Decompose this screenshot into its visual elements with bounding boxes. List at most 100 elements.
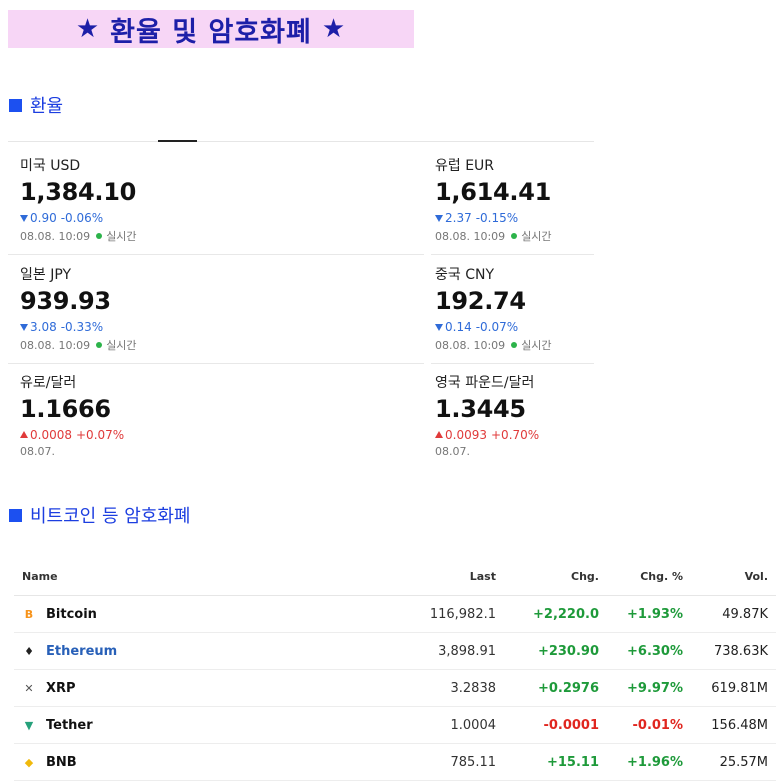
fx-timestamp: 08.08. 10:09 bbox=[435, 338, 506, 352]
fx-live-label: 실시간 bbox=[521, 339, 552, 352]
fx-currency-name: 유럽 EUR bbox=[435, 158, 495, 174]
fx-section-title: 환율 bbox=[30, 96, 64, 117]
fx-rate-change: 0.0093 +0.70% bbox=[435, 428, 595, 442]
up-triangle-icon bbox=[20, 431, 28, 438]
coin-name: BNB bbox=[46, 754, 77, 770]
live-dot-icon bbox=[96, 233, 103, 239]
divider bbox=[431, 363, 594, 364]
coin-name: Bitcoin bbox=[46, 606, 97, 622]
coin-name-cell: ♦ Ethereum bbox=[14, 632, 214, 670]
fx-rate-card[interactable]: 영국 파운드/달러 1.3445 0.0093 +0.70% 08.07. bbox=[435, 372, 595, 458]
column-header-name[interactable]: Name bbox=[14, 557, 214, 596]
coin-change-percent: +6.30% bbox=[607, 632, 691, 670]
ethereum-icon: ♦ bbox=[24, 644, 34, 658]
fx-rate-value: 1,614.41 bbox=[435, 178, 552, 206]
fx-rate-card[interactable]: 일본 JPY 939.93 3.08 -0.33% 08.08. 10:09 실시간 bbox=[20, 264, 180, 353]
table-row[interactable]: ▼ Tether 1.0004 -0.0001 -0.01% 156.48M bbox=[14, 706, 776, 744]
coin-last: 3.2838 bbox=[214, 669, 504, 707]
fx-timestamp: 08.08. 10:09 bbox=[20, 229, 91, 243]
coin-name-cell: ◆ BNB bbox=[14, 743, 214, 781]
down-triangle-icon bbox=[20, 215, 28, 222]
table-row[interactable]: ♦ Ethereum 3,898.91 +230.90 +6.30% 738.63K bbox=[14, 632, 776, 670]
coin-link[interactable]: ▼ Tether bbox=[22, 718, 206, 733]
coin-name: Tether bbox=[46, 717, 93, 733]
divider bbox=[8, 141, 594, 142]
fx-change-percent: -0.33% bbox=[60, 320, 104, 334]
fx-change-amount: 0.90 bbox=[30, 211, 57, 225]
star-icon: ★ bbox=[75, 14, 101, 44]
fx-rate-value: 939.93 bbox=[20, 287, 111, 315]
fx-timestamp-row: 08.07. bbox=[435, 445, 595, 458]
fx-change-amount: 0.0093 bbox=[445, 428, 487, 442]
coin-link[interactable]: ♦ Ethereum bbox=[22, 644, 206, 659]
fx-timestamp: 08.08. 10:09 bbox=[435, 229, 506, 243]
live-dot-icon bbox=[511, 233, 518, 239]
table-row[interactable]: ◆ BNB 785.11 +15.11 +1.96% 25.57M bbox=[14, 743, 776, 781]
coin-last: 3,898.91 bbox=[214, 632, 504, 670]
coin-volume: 49.87K bbox=[691, 595, 776, 633]
fx-rate-change: 0.14 -0.07% bbox=[435, 320, 595, 334]
column-header-chg-pct[interactable]: Chg. % bbox=[607, 557, 691, 596]
fx-currency-name: 미국 USD bbox=[20, 158, 81, 174]
coin-change: +2,220.0 bbox=[504, 595, 607, 633]
coin-last: 116,982.1 bbox=[214, 595, 504, 633]
coin-name-cell: ✕ XRP bbox=[14, 669, 214, 707]
live-dot-icon bbox=[96, 342, 103, 348]
page-banner: ★ 환율 및 암호화폐 ★ bbox=[8, 10, 414, 48]
fx-rate-card[interactable]: 중국 CNY 192.74 0.14 -0.07% 08.08. 10:09 실시간 bbox=[435, 264, 595, 353]
fx-timestamp: 08.07. bbox=[435, 445, 470, 458]
fx-rate-change: 0.0008 +0.07% bbox=[20, 428, 180, 442]
coin-volume: 738.63K bbox=[691, 632, 776, 670]
fx-timestamp-row: 08.08. 10:09 실시간 bbox=[20, 228, 180, 244]
column-header-chg[interactable]: Chg. bbox=[504, 557, 607, 596]
fx-rate-value: 1.1666 bbox=[20, 395, 111, 423]
fx-rate-change: 2.37 -0.15% bbox=[435, 211, 595, 225]
column-header-last[interactable]: Last bbox=[214, 557, 504, 596]
coin-last: 1.0004 bbox=[214, 706, 504, 744]
coin-link[interactable]: ◆ BNB bbox=[22, 755, 206, 770]
tether-icon: ▼ bbox=[24, 718, 34, 732]
coin-change: -0.0001 bbox=[504, 706, 607, 744]
coin-volume: 25.57M bbox=[691, 743, 776, 781]
fx-change-amount: 2.37 bbox=[445, 211, 472, 225]
coin-link[interactable]: ✕ XRP bbox=[22, 681, 206, 696]
fx-rate-card[interactable]: 유로/달러 1.1666 0.0008 +0.07% 08.07. bbox=[20, 372, 180, 458]
fx-change-percent: -0.06% bbox=[60, 211, 104, 225]
crypto-table: Name Last Chg. Chg. % Vol. B Bitcoin 116,9… bbox=[14, 557, 776, 781]
column-header-vol[interactable]: Vol. bbox=[691, 557, 776, 596]
fx-timestamp: 08.07. bbox=[20, 445, 55, 458]
table-row[interactable]: ✕ XRP 3.2838 +0.2976 +9.97% 619.81M bbox=[14, 669, 776, 707]
divider bbox=[431, 254, 594, 255]
coin-change: +230.90 bbox=[504, 632, 607, 670]
coin-change-percent: +9.97% bbox=[607, 669, 691, 707]
xrp-icon: ✕ bbox=[24, 681, 34, 695]
fx-rate-card[interactable]: 유럽 EUR 1,614.41 2.37 -0.15% 08.08. 10:09 실시간 bbox=[435, 155, 595, 244]
coin-name-cell: ▼ Tether bbox=[14, 706, 214, 744]
table-row[interactable]: B Bitcoin 116,982.1 +2,220.0 +1.93% 49.87K bbox=[14, 595, 776, 633]
divider bbox=[8, 254, 424, 255]
fx-rate-change: 3.08 -0.33% bbox=[20, 320, 180, 334]
square-bullet-icon bbox=[9, 98, 22, 112]
fx-rate-value: 1.3445 bbox=[435, 395, 526, 423]
fx-currency-name: 유로/달러 bbox=[20, 375, 77, 391]
table-header-row: Name Last Chg. Chg. % Vol. bbox=[14, 557, 776, 596]
divider bbox=[8, 363, 424, 364]
down-triangle-icon bbox=[435, 215, 443, 222]
coin-name-cell: B Bitcoin bbox=[14, 595, 214, 633]
coin-change-percent: +1.96% bbox=[607, 743, 691, 781]
crypto-section-heading: 비트코인 등 암호화폐 bbox=[9, 502, 190, 528]
coin-link[interactable]: B Bitcoin bbox=[22, 607, 206, 622]
fx-rate-card[interactable]: 미국 USD 1,384.10 0.90 -0.06% 08.08. 10:09 실시간 bbox=[20, 155, 180, 244]
coin-change: +15.11 bbox=[504, 743, 607, 781]
coin-last: 785.11 bbox=[214, 743, 504, 781]
fx-live-label: 실시간 bbox=[106, 339, 137, 352]
fx-section-heading: 환율 bbox=[9, 92, 63, 118]
coin-change-percent: -0.01% bbox=[607, 706, 691, 744]
fx-change-amount: 0.14 bbox=[445, 320, 472, 334]
fx-change-percent: -0.15% bbox=[475, 211, 519, 225]
coin-name: XRP bbox=[46, 680, 76, 696]
coin-change-percent: +1.93% bbox=[607, 595, 691, 633]
fx-rate-value: 192.74 bbox=[435, 287, 526, 315]
fx-timestamp-row: 08.08. 10:09 실시간 bbox=[20, 337, 180, 353]
fx-timestamp-row: 08.07. bbox=[20, 445, 180, 458]
